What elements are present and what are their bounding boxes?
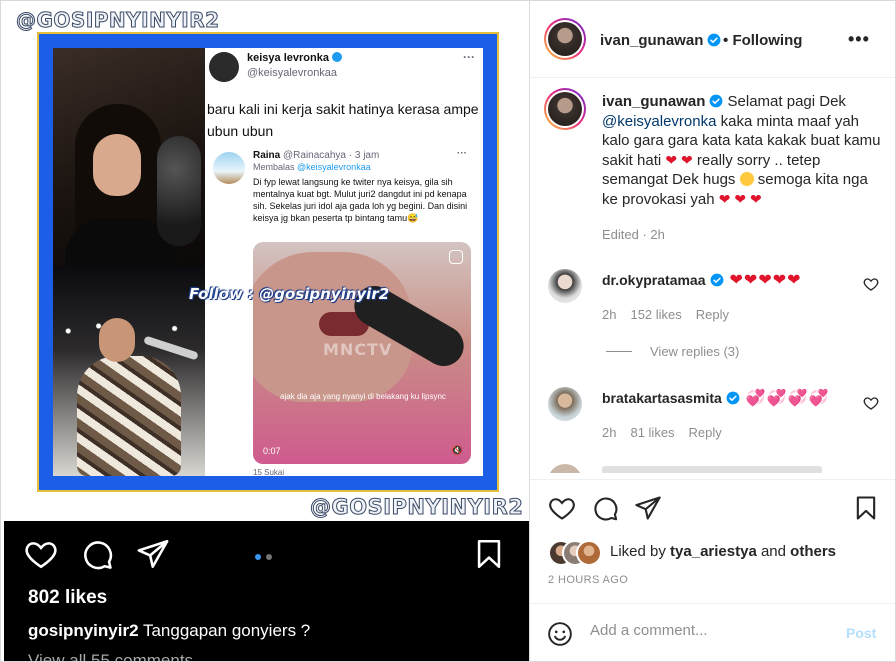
comment-row: bratakartasasmita 💞💞💞💞 [602, 388, 830, 408]
carousel-dot-active [255, 554, 261, 560]
commenter-avatar[interactable] [548, 387, 582, 421]
collage-frame: keisya levronka @keisyalevronkaa ··· bar… [37, 32, 499, 492]
add-comment-bar: Post [530, 603, 895, 661]
save-bookmark-icon[interactable] [852, 494, 880, 522]
comments-list[interactable]: ivan_gunawan Selamat pagi Dek @keisyalev… [530, 78, 895, 473]
tweet-screenshot: keisya levronka @keisyalevronkaa ··· bar… [205, 48, 483, 476]
comment-meta: 2h 152 likes Reply [602, 307, 743, 322]
emoji-smile-icon[interactable] [547, 621, 573, 647]
comment-row: dr.okypratamaa ❤❤❤❤❤ [602, 270, 802, 290]
add-comment-input[interactable] [590, 622, 840, 639]
caption-username[interactable]: ivan_gunawan [602, 93, 705, 110]
like-heart-icon[interactable] [548, 494, 576, 522]
reply-more-icon: ··· [457, 148, 467, 159]
watermark-bottom: @GOSIPNYINYIR2 [309, 495, 524, 520]
reply-footer: 15 Sukai [253, 468, 285, 476]
more-options-icon[interactable]: ••• [848, 29, 870, 50]
reply-context: Membalas @keisyalevronkaa [253, 162, 371, 172]
post-header: ivan_gunawan • Following ••• [530, 1, 895, 78]
commenter-avatar[interactable] [548, 269, 582, 303]
comment-like-icon[interactable] [863, 395, 879, 411]
tweet-verified-icon [331, 52, 342, 62]
comment-row-partial [602, 466, 822, 473]
liker-avatar [576, 540, 602, 566]
following-button[interactable]: • Following [723, 32, 802, 49]
verified-badge-icon [726, 391, 740, 405]
comment-icon[interactable] [591, 494, 619, 522]
author-username[interactable]: ivan_gunawan [600, 32, 721, 49]
kiss-emoji-icon [739, 172, 754, 186]
comment-time: 2h [602, 307, 617, 322]
singer-photo-bottom [53, 266, 205, 476]
author-avatar[interactable] [544, 18, 586, 60]
post-sidebar: ivan_gunawan • Following ••• ivan_gunawa… [529, 1, 895, 661]
comment-time: 2h [602, 425, 617, 440]
liked-by[interactable]: Liked by tya_ariestya and others [548, 540, 888, 566]
comment-like-icon[interactable] [863, 276, 879, 292]
reply-text: Di fyp lewat langsung ke twiter nya keis… [253, 177, 468, 223]
video-gif-icon [449, 250, 463, 264]
comment-icon[interactable] [80, 537, 114, 571]
author-caption: ivan_gunawan Selamat pagi Dek @keisyalev… [602, 93, 881, 208]
watermark-top: @GOSIPNYINYIR2 [16, 8, 220, 33]
view-all-comments[interactable]: View all 55 comments [28, 651, 193, 661]
tweet-avatar [209, 52, 239, 82]
commenter-avatar[interactable] [548, 464, 582, 473]
tweet-author: keisya levronka [247, 52, 342, 64]
post-time[interactable]: 2 HOURS AGO [548, 574, 628, 586]
comment-meta: 2h 81 likes Reply [602, 425, 736, 440]
carousel-indicator [255, 547, 277, 565]
singer-photo-top [53, 48, 205, 266]
comment-username[interactable]: bratakartasasmita [602, 390, 722, 406]
reply-button[interactable]: Reply [696, 307, 729, 322]
post-comment-button[interactable]: Post [846, 625, 876, 641]
liked-by-user[interactable]: tya_ariestya [670, 543, 757, 560]
comment-likes[interactable]: 81 likes [630, 425, 674, 440]
share-icon[interactable] [634, 494, 662, 522]
post-caption: gosipnyinyir2 Tanggapan gonyiers ? [28, 621, 311, 640]
liked-by-text: Liked by tya_ariestya and others [610, 543, 836, 560]
verified-badge-icon [707, 33, 721, 47]
tweet-handle: @keisyalevronkaa [247, 67, 338, 79]
save-bookmark-icon[interactable] [472, 537, 506, 571]
follow-watermark: Follow : @gosipnyinyir2 [189, 285, 390, 303]
reply-author: Raina @Rainacahya · 3 jam [253, 150, 380, 161]
liked-by-others[interactable]: others [790, 543, 836, 560]
comment-text: ❤❤❤❤❤ [729, 272, 802, 289]
comment-text: 💞💞💞💞 [745, 390, 830, 407]
reply-button[interactable]: Reply [689, 425, 722, 440]
collage: keisya levronka @keisyalevronkaa ··· bar… [53, 48, 483, 476]
like-heart-icon[interactable] [24, 537, 58, 571]
comment-username[interactable]: dr.okypratamaa [602, 272, 706, 288]
video-time: 0:07 [263, 446, 281, 456]
heart-emoji: ❤ ❤ [665, 151, 693, 168]
instagram-post-modal: @GOSIPNYINYIR2 keisya levronka @keisyale… [0, 0, 896, 662]
share-icon[interactable] [136, 537, 170, 571]
heart-emoji: ❤ ❤ ❤ [718, 190, 762, 207]
reply-video: MNCTV ajak dia aja yang nyanyi di belaka… [253, 242, 471, 464]
media-action-bar: 802 likes gosipnyinyir2 Tanggapan gonyie… [4, 521, 529, 661]
post-media[interactable]: @GOSIPNYINYIR2 keisya levronka @keisyale… [4, 4, 529, 521]
caption-mention[interactable]: @keisyalevronka [602, 113, 716, 130]
mute-icon: 🔇 [451, 446, 463, 456]
video-caption: ajak dia aja yang nyanyi di belakang ku … [280, 392, 446, 401]
tweet-more-icon: ··· [463, 50, 475, 64]
caption-edited: Edited · 2h [602, 227, 665, 242]
video-logo: MNCTV [323, 340, 393, 359]
verified-badge-icon [709, 94, 723, 108]
comment-likes[interactable]: 152 likes [630, 307, 681, 322]
tweet-text: baru kali ini kerja sakit hatinya kerasa… [207, 101, 479, 139]
carousel-dot [266, 554, 272, 560]
tweet-reply: Raina @Rainacahya · 3 jam ··· Membalas @… [209, 148, 481, 476]
post-actions: Liked by tya_ariestya and others 2 HOURS… [530, 479, 895, 604]
verified-badge-icon [710, 273, 723, 287]
view-replies-button[interactable]: View replies (3) [606, 344, 739, 359]
likes-count[interactable]: 802 likes [28, 587, 107, 609]
caption-avatar[interactable] [544, 88, 586, 130]
reply-avatar [213, 152, 245, 184]
